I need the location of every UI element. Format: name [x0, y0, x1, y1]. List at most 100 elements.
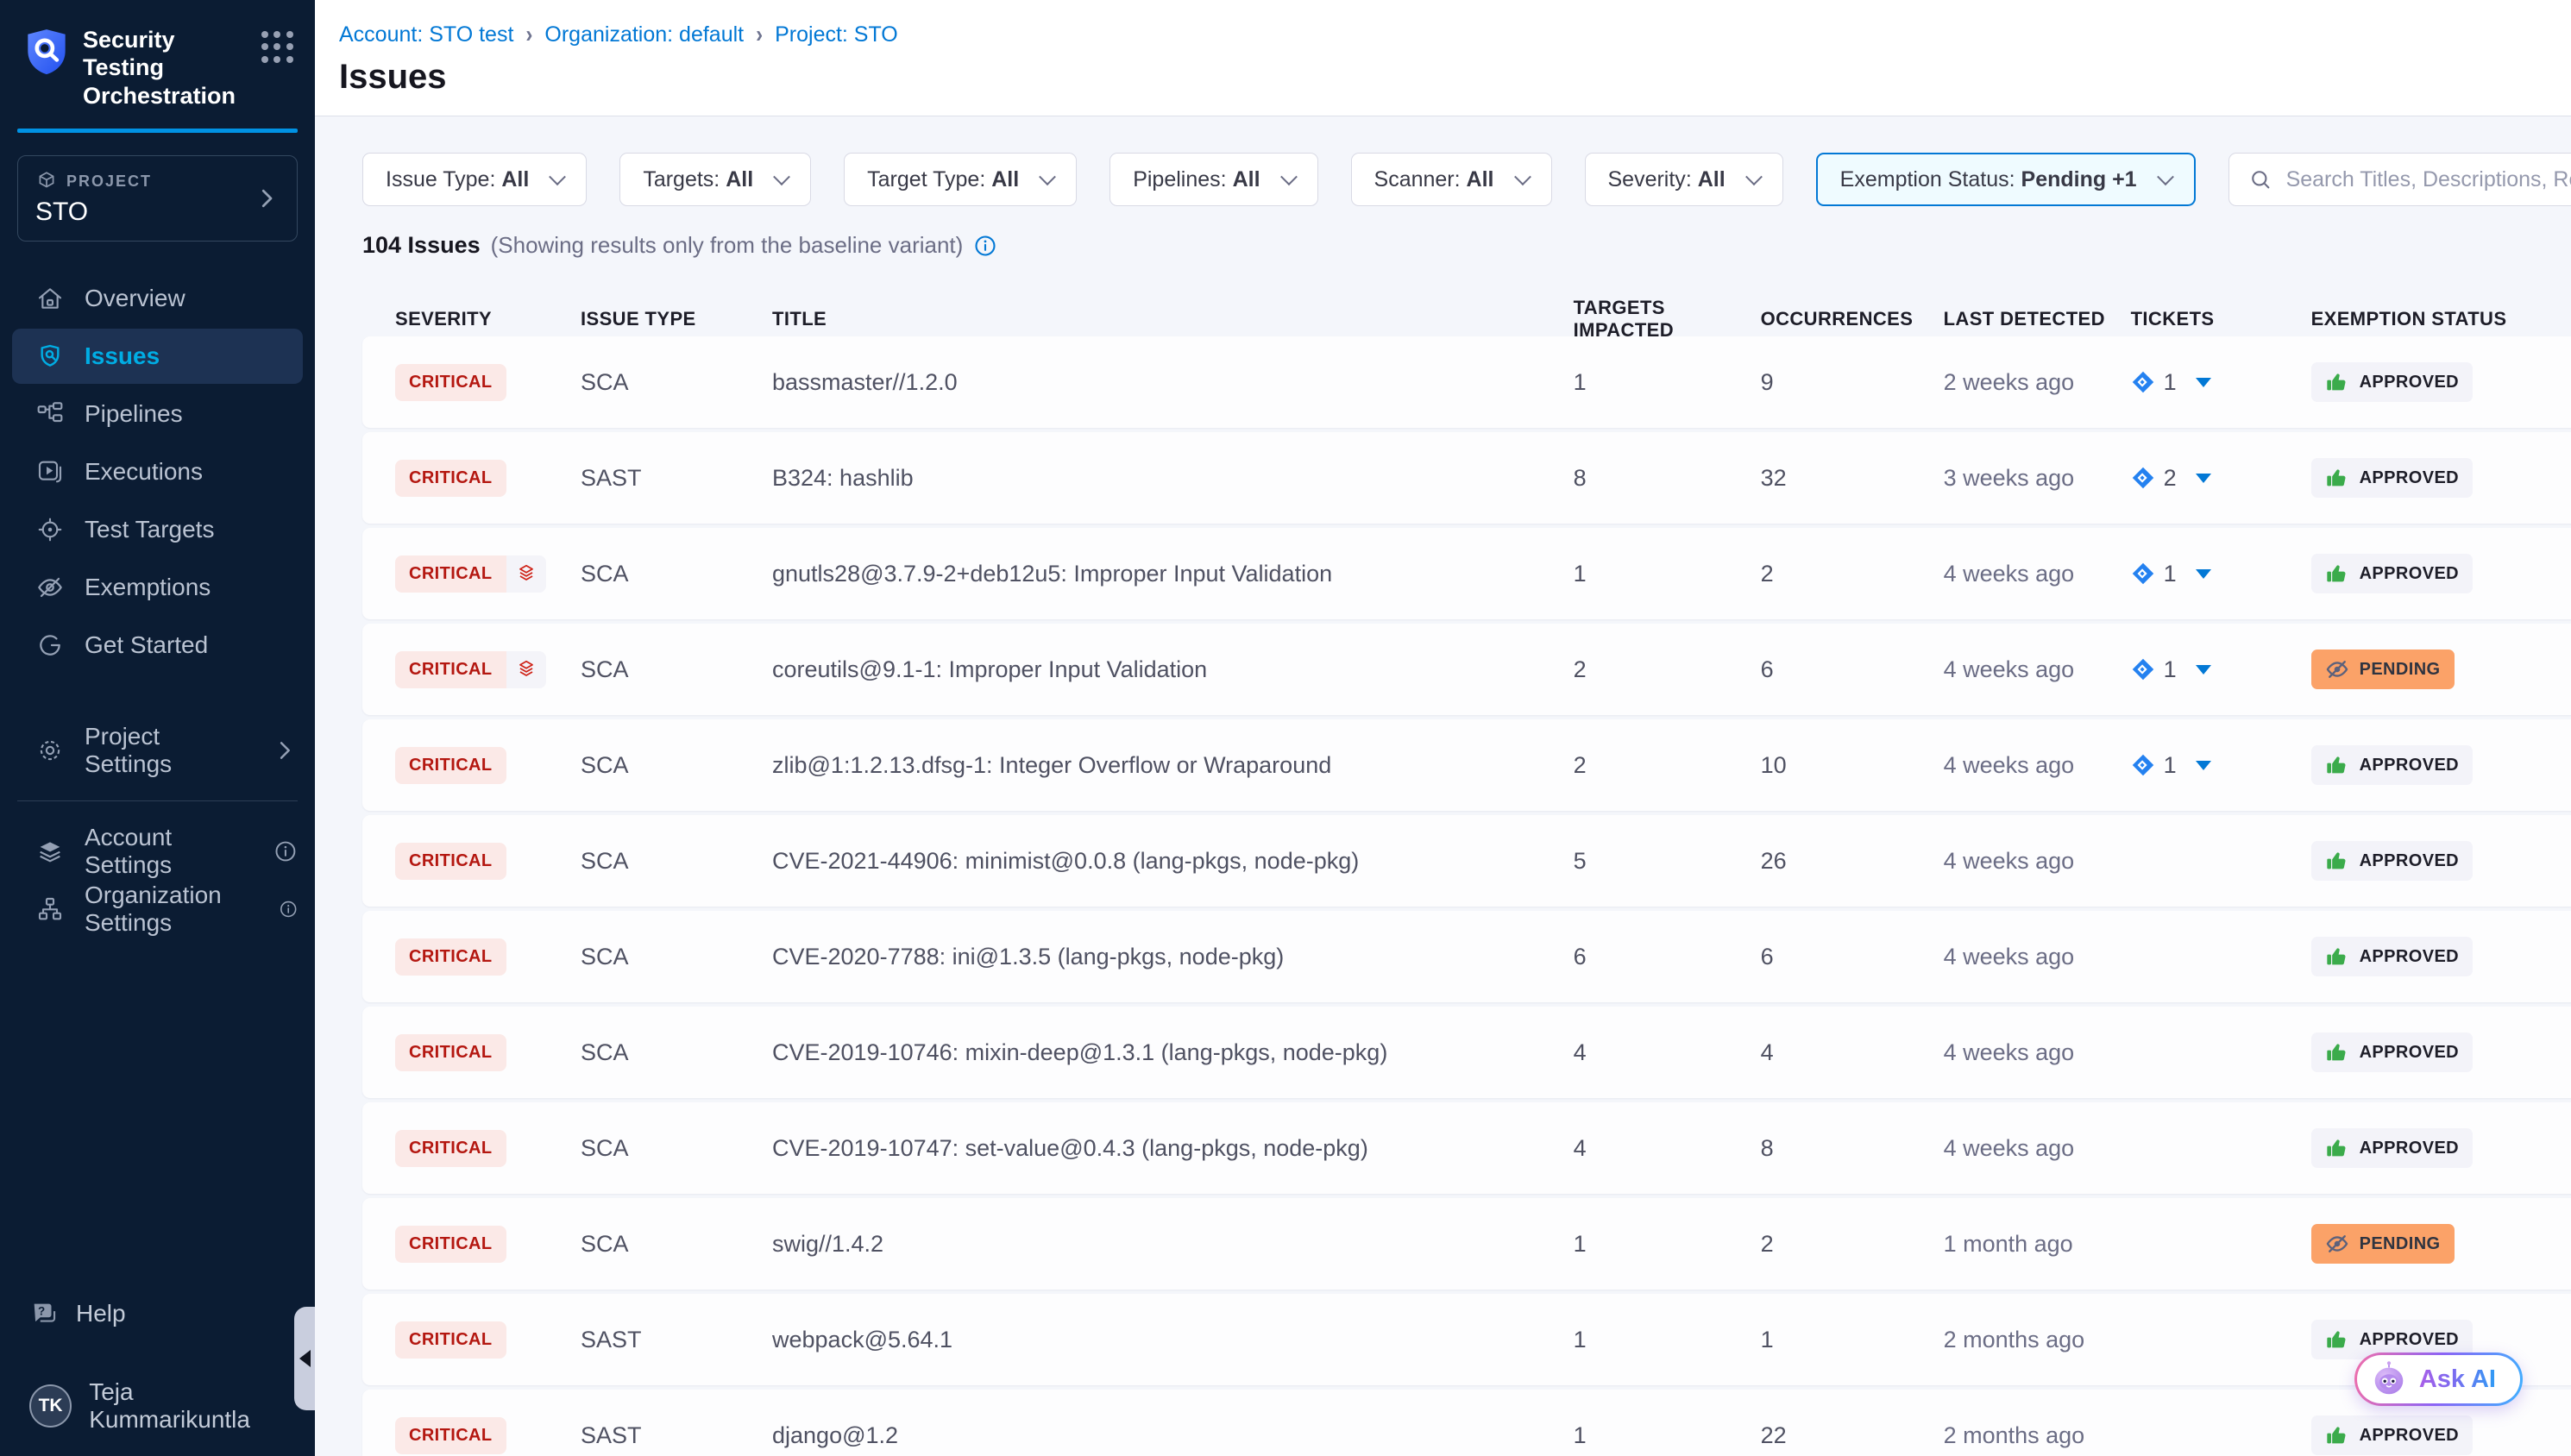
exemption-status-badge: PENDING [2311, 1224, 2455, 1264]
table-row[interactable]: CRITICAL SCA CVE-2021-44906: minimist@0.… [362, 815, 2571, 907]
exemption-status-badge: APPROVED [2311, 1415, 2473, 1455]
issue-type: SAST [581, 465, 772, 492]
table-row[interactable]: CRITICAL SCA CVE-2020-7788: ini@1.3.5 (l… [362, 911, 2571, 1002]
ticket-count: 1 [2164, 752, 2177, 779]
ask-ai-button[interactable]: Ask AI [2354, 1352, 2523, 1406]
search-input[interactable] [2286, 167, 2571, 192]
help-button[interactable]: ? Help [0, 1283, 315, 1328]
issues-content: Issue TypeAll TargetsAll Target TypeAll … [315, 116, 2571, 1456]
svg-text:?: ? [38, 1304, 45, 1317]
filter-severity[interactable]: SeverityAll [1585, 153, 1783, 206]
last-detected: 4 weeks ago [1944, 561, 2131, 587]
exemption-status-label: APPROVED [2360, 564, 2459, 584]
sidebar-item-pipelines[interactable]: Pipelines [0, 386, 315, 442]
project-selector[interactable]: PROJECT STO [17, 155, 298, 242]
user-profile[interactable]: TK Teja Kummarikuntla [0, 1363, 315, 1434]
sidebar-item-project-settings[interactable]: Project Settings [0, 723, 315, 778]
filter-exemption-status[interactable]: Exemption StatusPending +1 [1816, 153, 2196, 206]
issue-type: SAST [581, 1422, 772, 1449]
sidebar-item-executions[interactable]: Executions [0, 444, 315, 499]
table-row[interactable]: CRITICAL SCA bassmaster//1.2.0 1 9 2 wee… [362, 336, 2571, 428]
last-detected: 4 weeks ago [1944, 1039, 2131, 1066]
filter-scanner[interactable]: ScannerAll [1351, 153, 1552, 206]
eye-off-icon [2325, 1232, 2349, 1256]
last-detected: 2 months ago [1944, 1422, 2131, 1449]
table-row[interactable]: CRITICAL SAST webpack@5.64.1 1 1 2 month… [362, 1294, 2571, 1385]
table-row[interactable]: CRITICAL SCA gnutls28@3.7.9-2+deb12u5: I… [362, 528, 2571, 619]
severity-badge: CRITICAL [395, 460, 506, 497]
executions-icon [36, 458, 64, 486]
filter-issue-type[interactable]: Issue TypeAll [362, 153, 587, 206]
sidebar-item-label: Get Started [85, 631, 208, 659]
col-title: TITLE [772, 308, 1574, 330]
gear-icon [36, 737, 64, 764]
issue-type: SCA [581, 561, 772, 587]
sidebar-item-overview[interactable]: Overview [0, 271, 315, 326]
ticket-caret-down-icon [2196, 378, 2211, 387]
sidebar-divider [17, 800, 298, 801]
sidebar-collapse-handle[interactable] [294, 1307, 315, 1410]
ticket-link[interactable]: 1 [2131, 752, 2311, 779]
ticket-link[interactable]: 1 [2131, 369, 2311, 396]
table-row[interactable]: CRITICAL SCA zlib@1:1.2.13.dfsg-1: Integ… [362, 719, 2571, 811]
breadcrumb-project[interactable]: Project: STO [775, 22, 898, 47]
chevron-down-icon [1745, 168, 1763, 185]
table-row[interactable]: CRITICAL SCA swig//1.4.2 1 2 1 month ago… [362, 1198, 2571, 1290]
module-accent-bar [17, 129, 298, 133]
issue-type: SCA [581, 369, 772, 396]
issue-title: swig//1.4.2 [772, 1231, 1574, 1258]
module-grid-icon[interactable] [261, 31, 294, 64]
thumbs-up-icon [2325, 753, 2349, 777]
exemption-status-badge: APPROVED [2311, 362, 2473, 402]
last-detected: 1 month ago [1944, 1231, 2131, 1258]
col-severity: SEVERITY [395, 308, 581, 330]
occurrences: 6 [1761, 656, 1944, 683]
sidebar-item-account-settings[interactable]: Account Settings [0, 824, 315, 879]
exemption-status-badge: PENDING [2311, 650, 2455, 689]
ticket-link[interactable]: 1 [2131, 561, 2311, 587]
severity-badge-group: CRITICAL [395, 1226, 506, 1263]
thumbs-up-icon [2325, 1136, 2349, 1160]
ticket-link[interactable]: 2 [2131, 465, 2311, 492]
col-tickets: TICKETS [2131, 308, 2311, 330]
last-detected: 4 weeks ago [1944, 944, 2131, 970]
chevron-down-icon [1280, 168, 1298, 185]
info-icon[interactable] [973, 234, 997, 258]
thumbs-up-icon [2325, 849, 2349, 873]
table-row[interactable]: CRITICAL SCA CVE-2019-10746: mixin-deep@… [362, 1007, 2571, 1098]
breadcrumb-account[interactable]: Account: STO test [339, 22, 513, 47]
layers-icon [36, 838, 64, 865]
org-chart-icon [36, 895, 64, 923]
sidebar-item-issues[interactable]: Issues [12, 329, 303, 384]
filter-pipelines[interactable]: PipelinesAll [1109, 153, 1317, 206]
col-targets-impacted: TARGETS IMPACTED [1574, 297, 1761, 342]
sidebar-item-organization-settings[interactable]: Organization Settings [0, 882, 315, 937]
project-label: PROJECT [66, 173, 152, 191]
filter-target-type[interactable]: Target TypeAll [844, 153, 1077, 206]
eye-off-icon [36, 574, 64, 601]
table-row[interactable]: CRITICAL SAST django@1.2 1 22 2 months a… [362, 1390, 2571, 1456]
sidebar-item-exemptions[interactable]: Exemptions [0, 560, 315, 615]
table-row[interactable]: CRITICAL SAST B324: hashlib 8 32 3 weeks… [362, 432, 2571, 524]
sidebar-item-test-targets[interactable]: Test Targets [0, 502, 315, 557]
chevron-down-icon [1514, 168, 1531, 185]
last-detected: 4 weeks ago [1944, 848, 2131, 875]
help-label: Help [76, 1300, 126, 1327]
jira-icon [2131, 657, 2155, 681]
issue-title: CVE-2019-10747: set-value@0.4.3 (lang-pk… [772, 1135, 1574, 1162]
ticket-link[interactable]: 1 [2131, 656, 2311, 683]
table-row[interactable]: CRITICAL SCA CVE-2019-10747: set-value@0… [362, 1102, 2571, 1194]
issue-title: gnutls28@3.7.9-2+deb12u5: Improper Input… [772, 561, 1574, 587]
table-row[interactable]: CRITICAL SCA coreutils@9.1-1: Improper I… [362, 624, 2571, 715]
breadcrumb-organization[interactable]: Organization: default [544, 22, 744, 47]
col-last-detected: LAST DETECTED [1944, 308, 2131, 330]
breadcrumb-separator: › [756, 21, 763, 48]
severity-badge-group: CRITICAL [395, 1417, 506, 1454]
sidebar-item-label: Executions [85, 458, 203, 486]
get-started-icon [36, 631, 64, 659]
severity-badge: CRITICAL [395, 1226, 506, 1263]
jira-icon [2131, 370, 2155, 394]
issue-title: bassmaster//1.2.0 [772, 369, 1574, 396]
filter-targets[interactable]: TargetsAll [619, 153, 811, 206]
sidebar-item-get-started[interactable]: Get Started [0, 618, 315, 673]
